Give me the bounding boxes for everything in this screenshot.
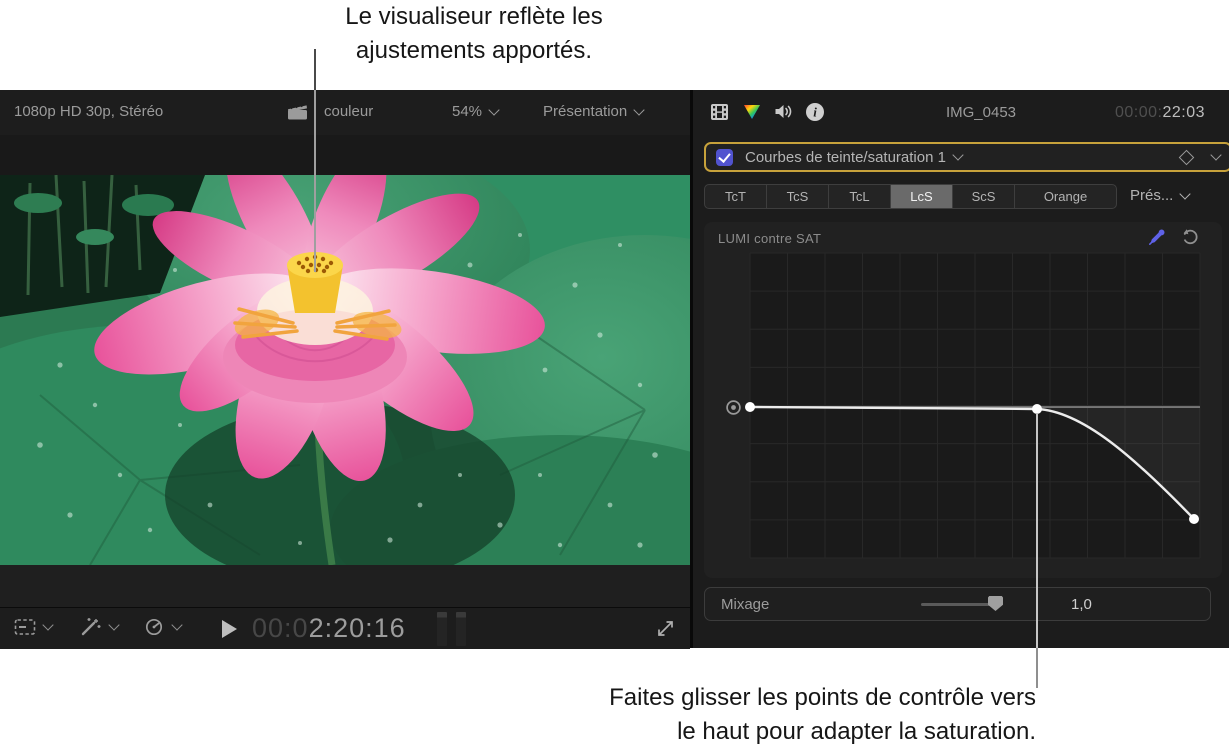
callout-line-viewer-dark (314, 90, 316, 272)
timecode-bright: 22:03 (1162, 104, 1205, 121)
eyedropper-button[interactable] (1147, 227, 1167, 247)
viewer-format-label: 1080p HD 30p, Stéréo (14, 103, 164, 120)
viewer-timecode: 00:02:20:16 (252, 613, 406, 644)
timecode-dim: 00:0 (252, 613, 309, 643)
audio-meter-left (437, 612, 447, 646)
viewer-zoom-menu[interactable]: 54% (452, 103, 500, 120)
color-inspector-button[interactable] (742, 103, 762, 121)
diagonal-resize-icon (658, 621, 673, 636)
timecode-dim: 00:00: (1114, 104, 1163, 121)
audio-meters (437, 612, 466, 646)
chevron-down-icon (488, 104, 500, 116)
mix-value[interactable]: 1,0 (1071, 596, 1092, 613)
curve-title: LUMI contre SAT (718, 231, 822, 246)
callout-line-saturation-dark (1036, 413, 1038, 648)
color-inspector-panel: i IMG_0453 00:00:22:03 Courbes de teinte… (693, 90, 1229, 648)
reset-curve-button[interactable] (1181, 228, 1199, 246)
inspector-timecode: 00:00:22:03 (1115, 104, 1205, 122)
tools-menu-button[interactable] (14, 618, 54, 636)
chevron-down-icon (1179, 188, 1192, 200)
presets-menu[interactable]: Prés... (1130, 187, 1192, 204)
undo-arrow-icon (1183, 229, 1198, 245)
curve-control-point[interactable] (745, 402, 755, 412)
viewer-zoom-value: 54% (452, 103, 483, 120)
chevron-down-icon (171, 619, 183, 631)
viewer-toolbar: 1080p HD 30p, Stéréo couleur 54% Présent… (0, 90, 690, 136)
checkmark-icon (718, 149, 731, 163)
viewer-canvas (0, 135, 690, 607)
letterbox-bottom (0, 565, 690, 607)
tab-tct[interactable]: TcT (705, 185, 766, 208)
chevron-down-icon (42, 619, 54, 631)
tab-tcs[interactable]: TcS (766, 185, 828, 208)
filmstrip-icon (711, 104, 728, 120)
callout-line-saturation-white (1036, 648, 1038, 688)
callout-line-viewer-white (314, 49, 316, 90)
curve-editor: LUMI contre SAT (704, 222, 1222, 578)
chevron-down-icon (633, 104, 645, 116)
dashed-rect-icon (14, 619, 36, 635)
effect-name: Courbes de teinte/saturation 1 (745, 148, 946, 166)
curve-control-point[interactable] (1189, 514, 1199, 524)
callout-bottom-line2: le haut pour adapter la saturation. (677, 718, 1036, 745)
callout-top-line2: ajustements apportés. (355, 37, 593, 64)
callout-top-line1: Le visualiseur reflète les (345, 3, 603, 30)
mix-slider-thumb[interactable] (988, 596, 1003, 611)
audio-meter-right (456, 612, 466, 646)
viewer-view-menu[interactable]: Présentation (543, 103, 645, 120)
retime-menu-button[interactable] (145, 618, 183, 636)
timecode-bright: 2:20:16 (308, 613, 406, 643)
effect-row-hue-sat-curves[interactable]: Courbes de teinte/saturation 1 (704, 142, 1229, 172)
speaker-icon (775, 105, 792, 118)
info-icon: i (806, 103, 824, 121)
audio-inspector-button[interactable] (774, 103, 793, 120)
chevron-down-icon (952, 149, 964, 161)
effect-enabled-checkbox[interactable] (716, 148, 733, 166)
keyframe-diamond-icon[interactable] (1178, 149, 1195, 165)
callout-bottom-line1: Faites glisser les points de contrôle ve… (609, 684, 1036, 711)
viewer-view-label: Présentation (543, 103, 628, 120)
play-button[interactable] (222, 620, 237, 638)
tab-lcs[interactable]: LcS (890, 185, 952, 208)
enhancements-menu-button[interactable] (80, 617, 120, 637)
letterbox-top (0, 135, 690, 175)
rainbow-triangle-icon (744, 105, 760, 119)
presets-label: Prés... (1130, 187, 1174, 204)
chevron-down-icon (108, 619, 120, 631)
tab-tcl[interactable]: TcL (828, 185, 890, 208)
svg-text:i: i (813, 105, 817, 120)
curve-tabs: TcT TcS TcL LcS ScS Orange (704, 184, 1117, 209)
callout-bottom: Faites glisser les points de contrôle ve… (430, 681, 1036, 745)
viewer-tab-couleur[interactable]: couleur (324, 103, 373, 120)
mix-label: Mixage (721, 596, 770, 613)
app-window: 1080p HD 30p, Stéréo couleur 54% Présent… (0, 90, 1229, 649)
clapper-icon[interactable] (287, 103, 308, 121)
curve-graph[interactable] (745, 252, 1201, 559)
info-inspector-button[interactable]: i (805, 102, 825, 122)
magic-wand-icon (81, 618, 101, 636)
tab-scs[interactable]: ScS (952, 185, 1014, 208)
clip-name: IMG_0453 (945, 104, 1017, 121)
video-inspector-button[interactable] (710, 103, 729, 121)
expand-viewer-button[interactable] (655, 618, 676, 639)
tab-orange[interactable]: Orange (1014, 185, 1116, 208)
viewer-image-lotus (0, 175, 690, 565)
eyedropper-icon (1149, 229, 1165, 245)
chevron-down-icon[interactable] (1210, 149, 1222, 161)
mix-row: Mixage 1,0 (704, 587, 1211, 621)
callout-top: Le visualiseur reflète les ajustements a… (244, 0, 704, 68)
curve-anchor-target-icon[interactable] (725, 399, 742, 421)
viewer-bottom-toolbar: 00:02:20:16 (0, 607, 690, 649)
screenshot-stage: Le visualiseur reflète les ajustements a… (0, 0, 1229, 745)
speed-gauge-icon (145, 618, 163, 636)
